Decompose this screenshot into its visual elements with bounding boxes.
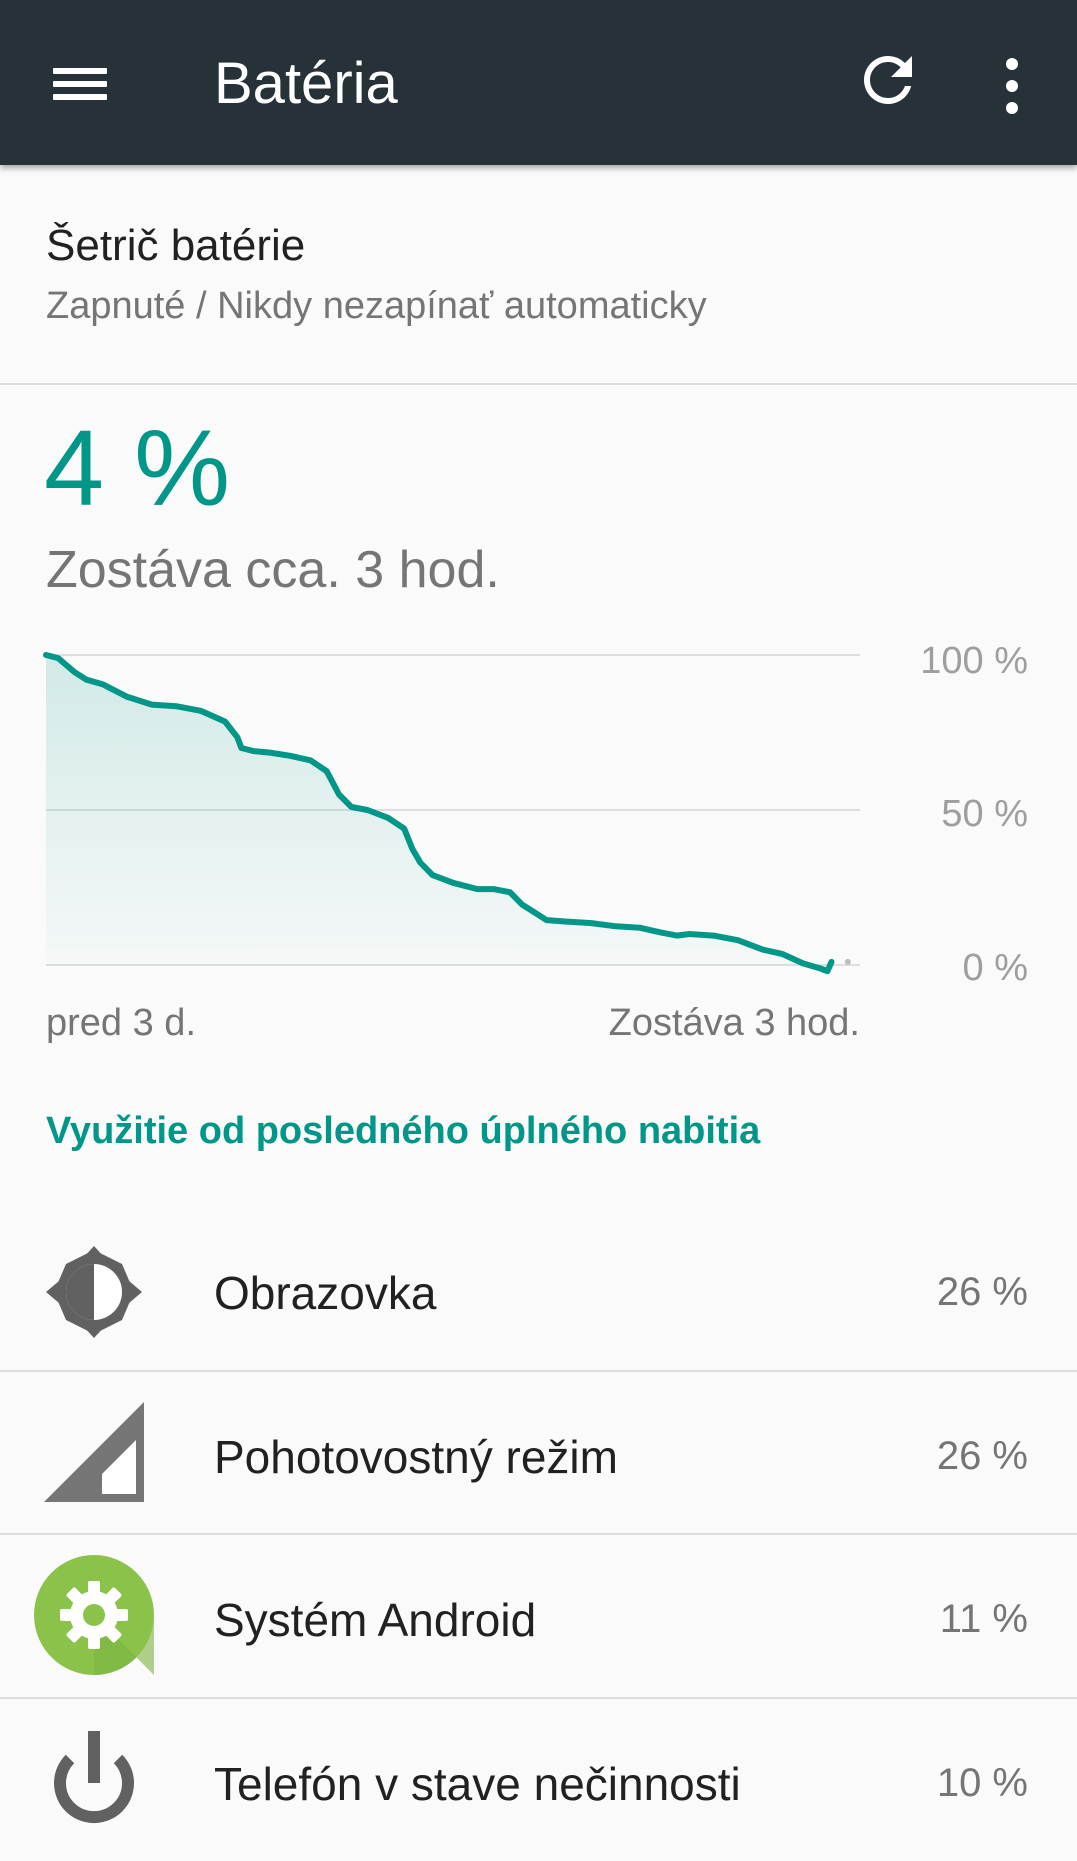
usage-row-screen[interactable]: Obrazovka 26 %: [0, 1208, 1077, 1370]
battery-history-chart[interactable]: 100 % 50 % 0 % pred 3 d. Zostáva 3 hod.: [0, 640, 1077, 1060]
cell-signal-icon: [34, 1402, 154, 1522]
brightness-icon: [34, 1238, 154, 1358]
page-title: Batéria: [214, 51, 398, 116]
usage-item-label: Obrazovka: [214, 1267, 437, 1319]
usage-item-percent: 26 %: [936, 1434, 1028, 1478]
divider: [0, 383, 1077, 385]
battery-saver-setting[interactable]: Šetrič batérie Zapnuté / Nikdy nezapínať…: [0, 165, 1077, 384]
refresh-icon[interactable]: [852, 44, 924, 116]
x-end-label: Zostáva 3 hod.: [608, 1002, 860, 1044]
battery-history-svg: [43, 652, 860, 975]
android-system-icon: [34, 1555, 154, 1675]
x-start-label: pred 3 d.: [46, 1002, 196, 1044]
usage-item-label: Telefón v stave nečinnosti: [214, 1758, 741, 1810]
usage-item-percent: 26 %: [936, 1270, 1028, 1314]
power-icon: [34, 1721, 154, 1841]
usage-item-percent: 11 %: [939, 1597, 1028, 1641]
usage-section-header: Využitie od posledného úplného nabitia: [46, 1110, 761, 1152]
battery-saver-title: Šetrič batérie: [46, 221, 306, 270]
usage-item-percent: 10 %: [936, 1761, 1028, 1805]
battery-remaining-time: Zostáva cca. 3 hod.: [46, 541, 500, 599]
usage-row-android-system[interactable]: Systém Android 11 %: [0, 1535, 1077, 1697]
y-tick-label-50: 50 %: [941, 793, 1028, 835]
usage-row-standby[interactable]: Pohotovostný režim 26 %: [0, 1372, 1077, 1534]
usage-row-phone-idle[interactable]: Telefón v stave nečinnosti 10 %: [0, 1699, 1077, 1861]
usage-item-label: Pohotovostný režim: [214, 1431, 618, 1483]
usage-item-label: Systém Android: [214, 1594, 537, 1646]
projection-end-dot: [844, 958, 851, 965]
more-vert-icon[interactable]: [976, 44, 1048, 124]
y-tick-label-0: 0 %: [962, 947, 1028, 989]
battery-saver-summary: Zapnuté / Nikdy nezapínať automaticky: [46, 285, 707, 327]
hamburger-menu-icon[interactable]: [44, 48, 116, 120]
app-bar: Batéria: [0, 0, 1077, 165]
battery-level: 4 %: [44, 407, 231, 528]
y-tick-label-100: 100 %: [920, 640, 1028, 682]
